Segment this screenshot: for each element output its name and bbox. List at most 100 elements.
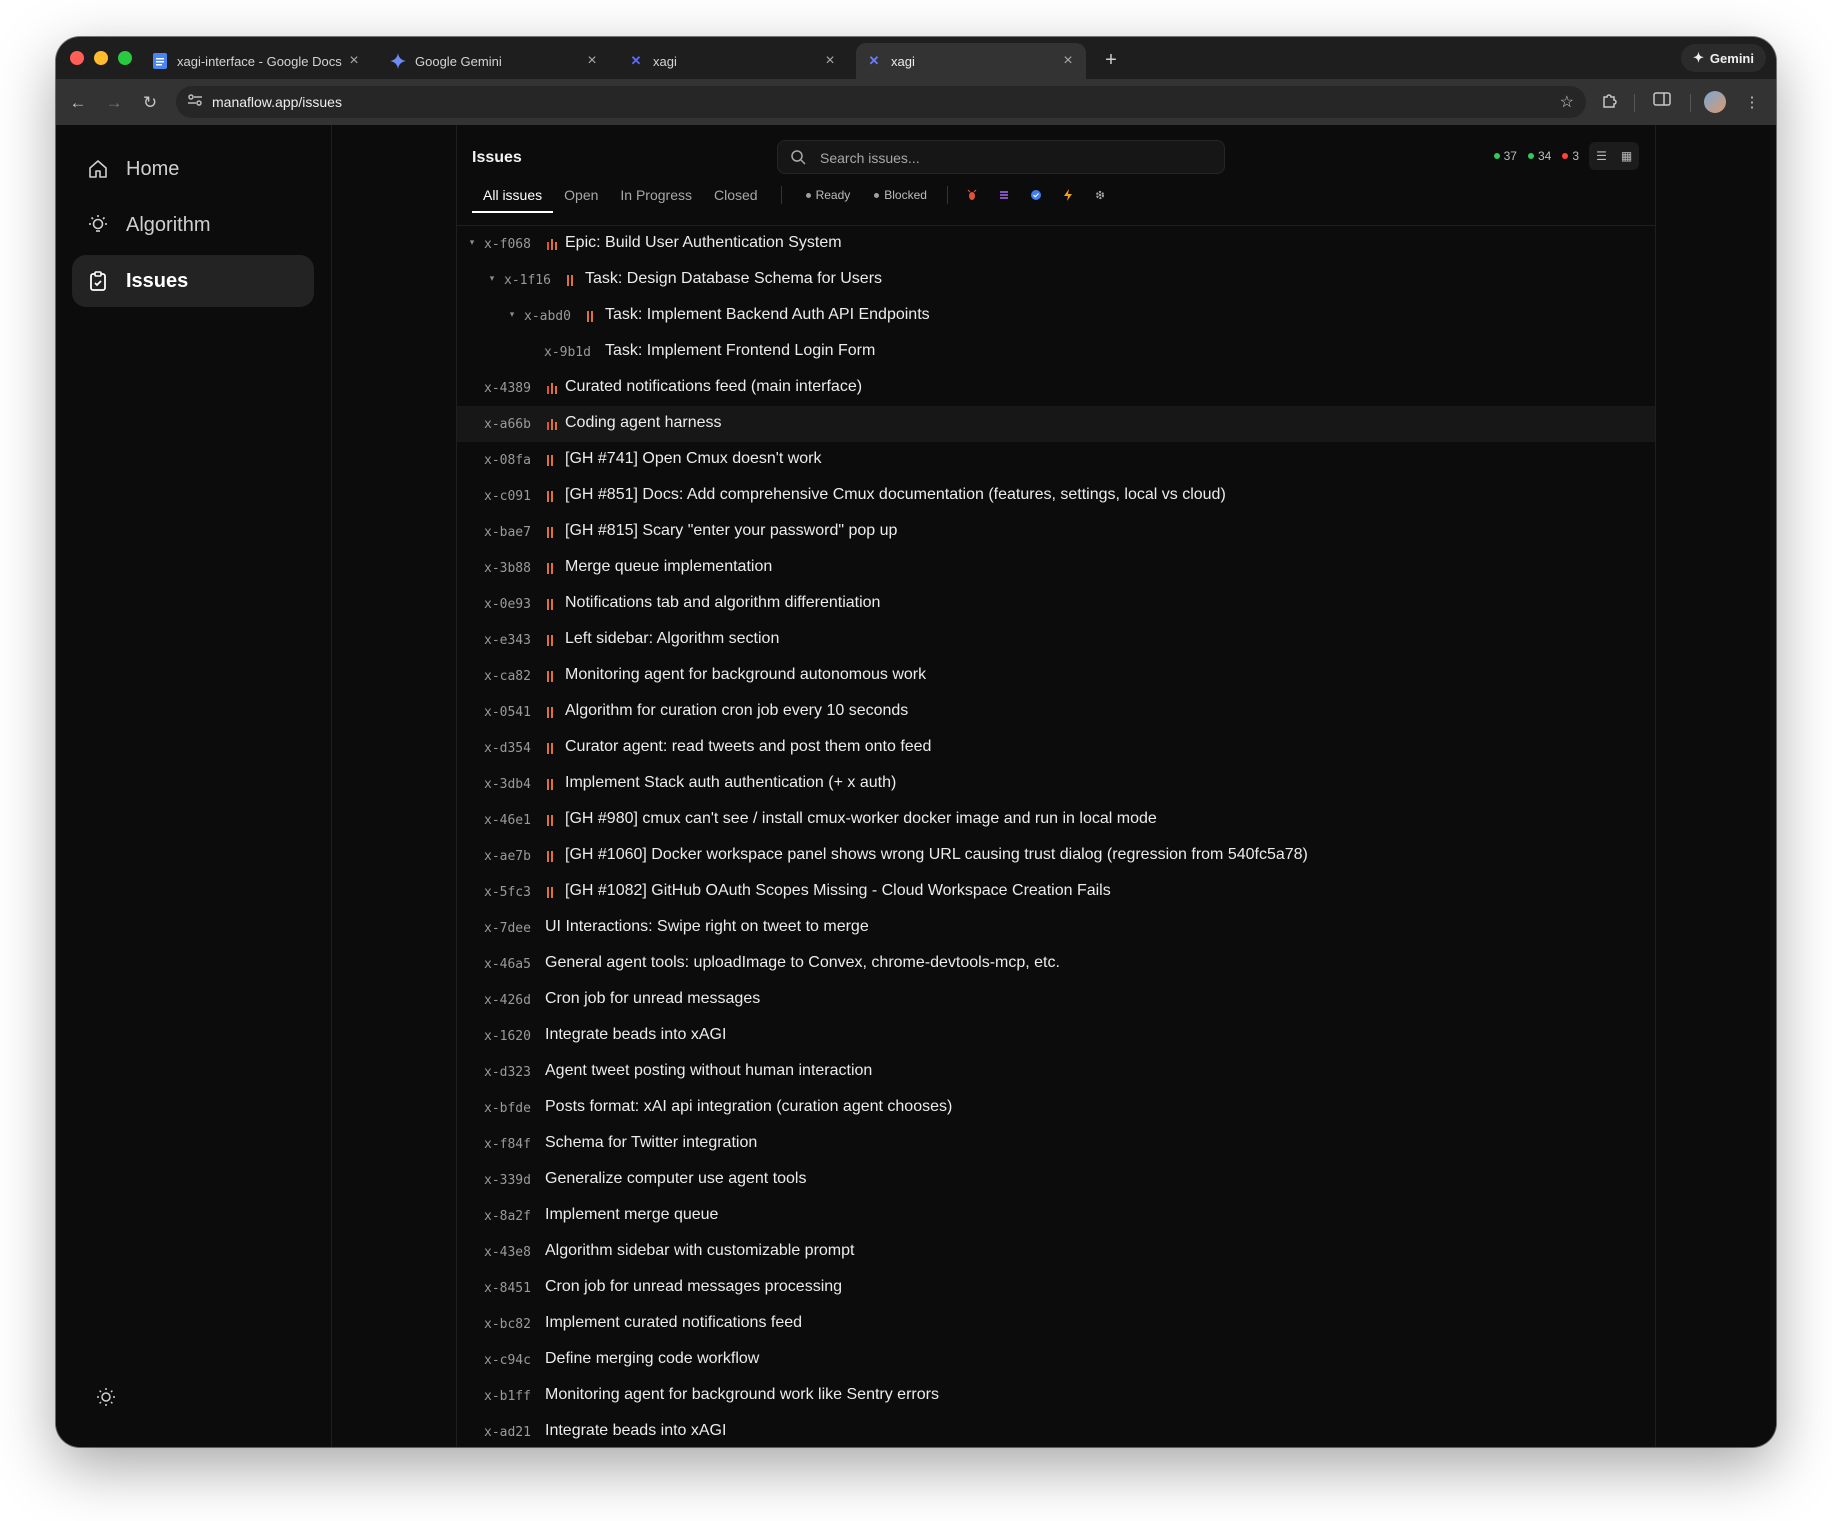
profile-avatar[interactable] xyxy=(1704,91,1726,113)
issue-row[interactable]: x-c94c Define merging code workflow xyxy=(457,1342,1655,1378)
issue-row[interactable]: x-4389 Curated notifications feed (main i… xyxy=(457,370,1655,406)
issue-title: Cron job for unread messages processing xyxy=(545,1278,843,1295)
priority-icon xyxy=(547,850,557,862)
expand-chevron-icon[interactable]: ▾ xyxy=(487,273,497,284)
gemini-button[interactable]: ✦ Gemini xyxy=(1681,44,1766,72)
issue-row[interactable]: x-46a5 General agent tools: uploadImage t… xyxy=(457,946,1655,982)
issue-row[interactable]: x-d323 Agent tweet posting without human … xyxy=(457,1054,1655,1090)
issue-row[interactable]: x-bfde Posts format: xAI api integration … xyxy=(457,1090,1655,1126)
minimize-window-button[interactable] xyxy=(94,51,108,65)
issue-row[interactable]: x-ad21 Integrate beads into xAGI xyxy=(457,1414,1655,1447)
browser-tab-4[interactable]: ✕ xagi × xyxy=(856,43,1086,79)
zoom-window-button[interactable] xyxy=(118,51,132,65)
browser-tab-2[interactable]: Google Gemini × xyxy=(380,43,610,79)
issue-row[interactable]: ▾ x-1f16 Task: Design Database Schema for … xyxy=(457,262,1655,298)
theme-toggle-sun-icon[interactable] xyxy=(94,1385,118,1409)
issue-row[interactable]: x-9b1d Task: Implement Frontend Login For… xyxy=(457,334,1655,370)
priority-icon xyxy=(547,490,557,502)
back-icon[interactable]: ← xyxy=(64,89,92,117)
bug-icon[interactable] xyxy=(956,180,988,210)
issue-row[interactable]: x-3db4 Implement Stack auth authenticatio… xyxy=(457,766,1655,802)
issue-row[interactable]: x-7dee UI Interactions: Swipe right on tw… xyxy=(457,910,1655,946)
view-toggle: ☰ ▦ xyxy=(1589,142,1639,170)
issue-row[interactable]: ▾ x-f068 Epic: Build User Authentication S… xyxy=(457,226,1655,262)
priority-icon xyxy=(547,562,557,574)
issue-id: x-8a2f xyxy=(484,1209,531,1224)
forward-icon[interactable]: → xyxy=(100,89,128,117)
toolbar-divider xyxy=(1690,94,1691,112)
tab-all-issues[interactable]: All issues xyxy=(472,180,554,213)
issue-id: x-abd0 xyxy=(524,309,571,324)
priority-icon xyxy=(547,742,557,754)
priority-icon xyxy=(547,382,557,394)
issue-row[interactable]: x-d354 Curator agent: read tweets and pos… xyxy=(457,730,1655,766)
xagi-icon: ✕ xyxy=(630,53,642,68)
priority-icon xyxy=(587,310,597,322)
issue-row[interactable]: x-5fc3 [GH #1082] GitHub OAuth Scopes Mis… xyxy=(457,874,1655,910)
site-settings-icon[interactable] xyxy=(186,93,204,111)
issue-row[interactable]: x-0e93 Notifications tab and algorithm di… xyxy=(457,586,1655,622)
tab-open[interactable]: Open xyxy=(553,180,609,210)
issue-title: Curator agent: read tweets and post them… xyxy=(565,738,932,755)
more-menu-icon[interactable]: ⋮ xyxy=(1740,91,1764,115)
issue-row[interactable]: x-bae7 [GH #815] Scary "enter your passwo… xyxy=(457,514,1655,550)
epic-icon[interactable] xyxy=(1052,180,1084,210)
issue-row[interactable]: x-ae7b [GH #1060] Docker workspace panel … xyxy=(457,838,1655,874)
close-tab-icon[interactable]: × xyxy=(822,52,838,70)
list-view-icon[interactable]: ☰ xyxy=(1589,142,1614,170)
search-box[interactable] xyxy=(777,140,1225,174)
filter-blocked[interactable]: Blocked xyxy=(862,180,939,210)
new-tab-icon[interactable]: + xyxy=(1096,45,1126,75)
count-open: 37 xyxy=(1493,149,1517,163)
filter-ready[interactable]: Ready xyxy=(794,180,863,210)
expand-chevron-icon[interactable]: ▾ xyxy=(507,309,517,320)
issue-row[interactable]: x-339d Generalize computer use agent tool… xyxy=(457,1162,1655,1198)
issue-row[interactable]: x-3b88 Merge queue implementation xyxy=(457,550,1655,586)
issue-row[interactable]: x-43e8 Algorithm sidebar with customizabl… xyxy=(457,1234,1655,1270)
issue-title: Notifications tab and algorithm differen… xyxy=(565,594,881,611)
issue-row[interactable]: x-0541 Algorithm for curation cron job ev… xyxy=(457,694,1655,730)
issue-row[interactable]: ▾ x-abd0 Task: Implement Backend Auth API … xyxy=(457,298,1655,334)
extensions-icon[interactable] xyxy=(1598,91,1622,115)
close-tab-icon[interactable]: × xyxy=(1060,52,1076,70)
issue-row[interactable]: x-426d Cron job for unread messages xyxy=(457,982,1655,1018)
close-window-button[interactable] xyxy=(70,51,84,65)
issue-row[interactable]: x-a66b Coding agent harness xyxy=(457,406,1655,442)
close-tab-icon[interactable]: × xyxy=(346,52,362,70)
tab-in-progress[interactable]: In Progress xyxy=(609,180,703,210)
browser-tab-3[interactable]: ✕ xagi × xyxy=(618,43,848,79)
bookmark-star-icon[interactable]: ☆ xyxy=(1560,92,1574,112)
issue-row[interactable]: x-8451 Cron job for unread messages proce… xyxy=(457,1270,1655,1306)
feature-icon[interactable] xyxy=(988,180,1020,210)
address-bar[interactable]: manaflow.app/issues ☆ xyxy=(176,86,1586,118)
issue-row[interactable]: x-08fa [GH #741] Open Cmux doesn't work xyxy=(457,442,1655,478)
issue-title: [GH #1060] Docker workspace panel shows … xyxy=(565,846,1308,863)
issue-title: Curated notifications feed (main interfa… xyxy=(565,378,863,395)
task-icon[interactable] xyxy=(1020,180,1052,210)
sidebar-item-issues[interactable]: Issues xyxy=(72,255,314,307)
issue-row[interactable]: x-e343 Left sidebar: Algorithm section xyxy=(457,622,1655,658)
close-tab-icon[interactable]: × xyxy=(584,52,600,70)
side-panel-icon[interactable] xyxy=(1650,91,1674,115)
issue-row[interactable]: x-8a2f Implement merge queue xyxy=(457,1198,1655,1234)
chore-icon[interactable] xyxy=(1084,180,1116,210)
issue-title: Cron job for unread messages xyxy=(545,990,761,1007)
issue-row[interactable]: x-46e1 [GH #980] cmux can't see / install… xyxy=(457,802,1655,838)
issue-row[interactable]: x-ca82 Monitoring agent for background au… xyxy=(457,658,1655,694)
sidebar-item-algorithm[interactable]: Algorithm xyxy=(72,199,314,251)
issue-row[interactable]: x-bc82 Implement curated notifications fe… xyxy=(457,1306,1655,1342)
issue-row[interactable]: x-b1ff Monitoring agent for background wo… xyxy=(457,1378,1655,1414)
tab-closed[interactable]: Closed xyxy=(703,180,769,210)
issue-title: Implement Stack auth authentication (+ x… xyxy=(565,774,897,791)
issue-id: x-339d xyxy=(484,1173,531,1188)
search-input[interactable] xyxy=(818,147,1212,169)
issue-title: [GH #1082] GitHub OAuth Scopes Missing -… xyxy=(565,882,1111,899)
browser-tab-1[interactable]: xagi-interface - Google Docs × xyxy=(142,43,372,79)
sidebar-item-home[interactable]: Home xyxy=(72,143,314,195)
expand-chevron-icon[interactable]: ▾ xyxy=(467,237,477,248)
issue-row[interactable]: x-c091 [GH #851] Docs: Add comprehensive … xyxy=(457,478,1655,514)
reload-icon[interactable]: ↻ xyxy=(136,89,164,117)
issue-row[interactable]: x-f84f Schema for Twitter integration xyxy=(457,1126,1655,1162)
grid-view-icon[interactable]: ▦ xyxy=(1614,142,1639,170)
issue-row[interactable]: x-1620 Integrate beads into xAGI xyxy=(457,1018,1655,1054)
